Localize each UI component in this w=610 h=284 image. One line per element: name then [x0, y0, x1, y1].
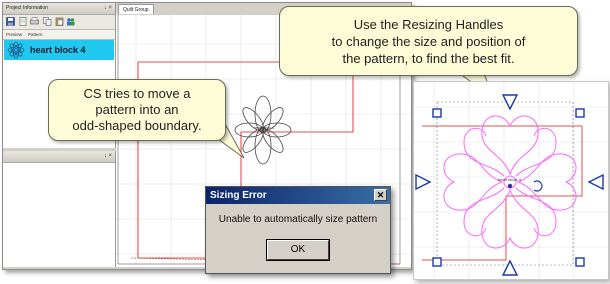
- resizing-handles-view: heart block 4: [413, 81, 609, 280]
- print-icon[interactable]: [30, 17, 39, 26]
- paste-icon[interactable]: [55, 17, 64, 26]
- corner-handle-top-right[interactable]: [575, 108, 585, 118]
- ok-button[interactable]: OK: [267, 240, 329, 260]
- pattern-name: heart block 4: [30, 45, 86, 55]
- center-handle-icon[interactable]: [507, 183, 513, 189]
- pattern-column-header[interactable]: Pattern: [28, 30, 43, 39]
- resizing-handles-drawing: heart block 4: [414, 82, 608, 279]
- copy-icon[interactable]: [43, 17, 52, 26]
- preview-column-header[interactable]: Preview: [6, 30, 22, 39]
- canvas-pattern-label: heart block 4: [254, 126, 274, 130]
- callout-right-line-2: to change the size and position of: [331, 33, 526, 49]
- project-panel-title-text: Project Information: [6, 5, 48, 11]
- dialog-message: Unable to automatically size pattern: [218, 214, 378, 225]
- secondary-panel-title: ↓ ×: [3, 151, 115, 163]
- corner-handle-bottom-right[interactable]: [575, 257, 585, 267]
- callout-left-line-2: pattern into an: [95, 102, 179, 117]
- close-icon[interactable]: ✕: [374, 189, 387, 201]
- rotate-handle-icon[interactable]: [533, 180, 543, 192]
- callout-left-line-3: odd-shaped boundary.: [72, 118, 202, 133]
- edge-handle-bottom[interactable]: [501, 259, 519, 276]
- secondary-pin-close-icon[interactable]: ↓ ×: [104, 151, 112, 162]
- callout-right-line-1: Use the Resizing Handles: [353, 16, 504, 32]
- project-toolbar: [3, 15, 115, 30]
- sizing-error-dialog: Sizing Error ✕ Unable to automatically s…: [205, 186, 391, 274]
- pattern-thumbnail-icon: [7, 41, 25, 59]
- right-boundary: [422, 125, 583, 261]
- save-icon[interactable]: [6, 17, 15, 26]
- pin-close-icon[interactable]: ↓ ×: [104, 3, 112, 14]
- callout-right: Use the Resizing Handles to change the s…: [279, 6, 578, 76]
- people-icon[interactable]: [66, 17, 75, 26]
- dialog-title: Sizing Error: [206, 187, 390, 204]
- heart-pattern: [443, 115, 577, 249]
- pattern-list-header: Preview Pattern: [3, 30, 115, 40]
- secondary-panel: ↓ ×: [3, 151, 116, 267]
- project-panel-title: Project Information ↓ ×: [3, 3, 115, 15]
- corner-handle-top-left[interactable]: [432, 108, 442, 118]
- right-pattern-label: heart block 4: [498, 177, 522, 182]
- corner-handle-bottom-left[interactable]: [432, 257, 442, 267]
- callout-right-line-3: the pattern, to find the best fit.: [342, 50, 515, 66]
- callout-left-line-1: CS tries to move a: [83, 86, 191, 101]
- callout-left: CS tries to move a pattern into an odd-s…: [48, 79, 226, 141]
- open-icon[interactable]: [19, 17, 28, 26]
